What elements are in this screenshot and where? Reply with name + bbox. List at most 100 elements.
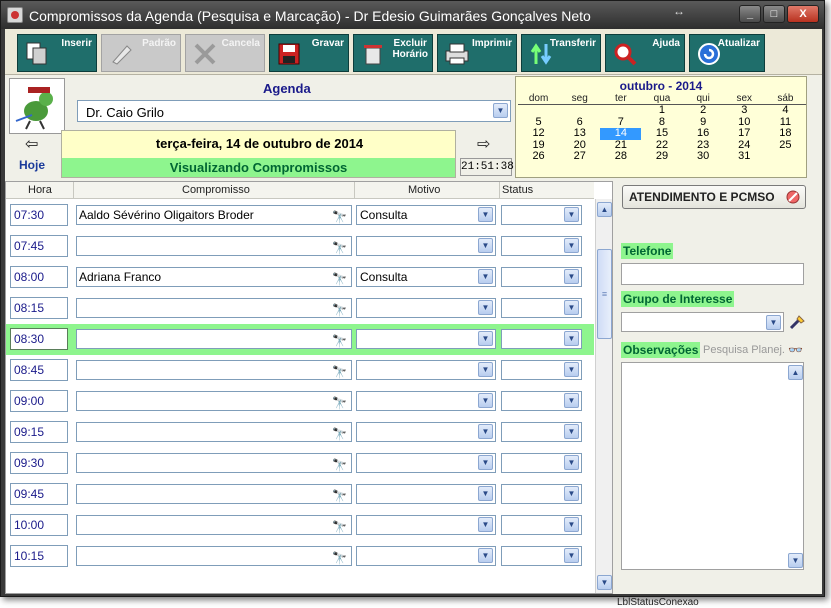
- time-cell[interactable]: 09:00: [10, 390, 68, 412]
- close-button[interactable]: X: [787, 5, 819, 23]
- time-cell[interactable]: 08:30: [10, 328, 68, 350]
- time-cell[interactable]: 07:45: [10, 235, 68, 257]
- chevron-down-icon[interactable]: ▼: [478, 269, 493, 284]
- compromisso-input[interactable]: 🔭: [76, 391, 352, 411]
- chevron-down-icon[interactable]: ▼: [564, 548, 579, 563]
- observacoes-textarea[interactable]: ▲ ▼: [621, 362, 804, 570]
- chevron-down-icon[interactable]: ▼: [478, 300, 493, 315]
- table-row[interactable]: 09:45 🔭 ▼ ▼: [6, 479, 594, 510]
- table-row[interactable]: 08:15 🔭 ▼ ▼: [6, 293, 594, 324]
- gravar-button[interactable]: Gravar: [269, 34, 349, 72]
- binoculars-icon[interactable]: 🔭: [332, 363, 347, 379]
- calendar-day[interactable]: 4: [765, 104, 806, 117]
- calendar-day[interactable]: 3: [724, 104, 765, 117]
- chevron-down-icon[interactable]: ▼: [564, 207, 579, 222]
- chevron-down-icon[interactable]: ▼: [766, 315, 781, 330]
- title-bar[interactable]: Compromissos da Agenda (Pesquisa e Marca…: [1, 1, 824, 29]
- status-select[interactable]: ▼: [501, 267, 582, 287]
- calendar-day[interactable]: 31: [724, 150, 765, 163]
- scroll-down-icon[interactable]: ▼: [597, 575, 612, 590]
- motivo-select[interactable]: ▼: [356, 236, 496, 256]
- calendar-day[interactable]: 16: [683, 127, 724, 140]
- compromisso-input[interactable]: 🔭: [76, 298, 352, 318]
- chevron-down-icon[interactable]: ▼: [478, 393, 493, 408]
- atendimento-pcmso-button[interactable]: ATENDIMENTO E PCMSO: [622, 185, 806, 209]
- month-calendar[interactable]: outubro - 2014 dom seg ter qua qui sex sáb 123…: [515, 76, 807, 178]
- binoculars-icon[interactable]: 🔭: [332, 270, 347, 286]
- scroll-down-icon[interactable]: ▼: [788, 553, 803, 568]
- cancela-button[interactable]: Cancela: [185, 34, 265, 72]
- chevron-down-icon[interactable]: ▼: [564, 393, 579, 408]
- scroll-thumb[interactable]: ≡: [597, 249, 612, 339]
- compromisso-input[interactable]: 🔭: [76, 515, 352, 535]
- doctor-select[interactable]: Dr. Caio Grilo ▼: [77, 100, 511, 122]
- chevron-down-icon[interactable]: ▼: [478, 207, 493, 222]
- binoculars-icon[interactable]: 🔭: [332, 301, 347, 317]
- time-cell[interactable]: 08:15: [10, 297, 68, 319]
- maximize-button[interactable]: □: [763, 5, 785, 23]
- minimize-button[interactable]: _: [739, 5, 761, 23]
- binoculars-icon[interactable]: 🔭: [332, 456, 347, 472]
- chevron-down-icon[interactable]: ▼: [478, 455, 493, 470]
- chevron-down-icon[interactable]: ▼: [564, 424, 579, 439]
- scroll-up-icon[interactable]: ▲: [597, 202, 612, 217]
- imprimir-button[interactable]: Imprimir: [437, 34, 517, 72]
- motivo-select[interactable]: ▼: [356, 546, 496, 566]
- binoculars-icon[interactable]: 🔭: [332, 487, 347, 503]
- motivo-select[interactable]: ▼: [356, 515, 496, 535]
- status-select[interactable]: ▼: [501, 236, 582, 256]
- chevron-down-icon[interactable]: ▼: [478, 238, 493, 253]
- table-row[interactable]: 09:15 🔭 ▼ ▼: [6, 417, 594, 448]
- calendar-day[interactable]: 2: [683, 104, 724, 117]
- calendar-day[interactable]: 26: [518, 150, 559, 163]
- compromisso-input[interactable]: Adriana Franco 🔭: [76, 267, 352, 287]
- compromisso-input[interactable]: Aaldo Sévérino Oligaitors Broder 🔭: [76, 205, 352, 225]
- binoculars-icon[interactable]: 🔭: [332, 332, 347, 348]
- transferir-button[interactable]: Transferir: [521, 34, 601, 72]
- table-row[interactable]: 08:00 Adriana Franco 🔭 Consulta ▼ ▼: [6, 262, 594, 293]
- calendar-day[interactable]: 17: [724, 127, 765, 140]
- status-select[interactable]: ▼: [501, 391, 582, 411]
- motivo-select[interactable]: ▼: [356, 484, 496, 504]
- compromisso-input[interactable]: 🔭: [76, 546, 352, 566]
- compromisso-input[interactable]: 🔭: [76, 422, 352, 442]
- motivo-select[interactable]: ▼: [356, 329, 496, 349]
- grupo-interesse-select[interactable]: ▼: [621, 312, 784, 332]
- excluir-horario-button[interactable]: Excluir Horário: [353, 34, 433, 72]
- time-cell[interactable]: 08:00: [10, 266, 68, 288]
- calendar-day[interactable]: 12: [518, 127, 559, 140]
- grid-scrollbar[interactable]: ▲ ≡ ▼: [595, 199, 612, 593]
- motivo-select[interactable]: ▼: [356, 453, 496, 473]
- chevron-down-icon[interactable]: ▼: [564, 269, 579, 284]
- motivo-select[interactable]: ▼: [356, 298, 496, 318]
- atualizar-button[interactable]: Atualizar: [689, 34, 765, 72]
- calendar-day[interactable]: 27: [559, 150, 600, 163]
- table-row[interactable]: 07:45 🔭 ▼ ▼: [6, 231, 594, 262]
- time-cell[interactable]: 07:30: [10, 204, 68, 226]
- calendar-day[interactable]: 18: [765, 127, 806, 140]
- chevron-down-icon[interactable]: ▼: [564, 517, 579, 532]
- telefone-input[interactable]: [621, 263, 804, 285]
- calendar-day[interactable]: 30: [683, 150, 724, 163]
- app-icon[interactable]: [7, 7, 23, 23]
- padrao-button[interactable]: Padrão: [101, 34, 181, 72]
- time-cell[interactable]: 09:45: [10, 483, 68, 505]
- table-row[interactable]: 10:00 🔭 ▼ ▼: [6, 510, 594, 541]
- status-select[interactable]: ▼: [501, 422, 582, 442]
- calendar-day[interactable]: 14: [600, 127, 642, 140]
- status-select[interactable]: ▼: [501, 546, 582, 566]
- today-button[interactable]: Hoje: [19, 158, 45, 172]
- chevron-down-icon[interactable]: ▼: [478, 486, 493, 501]
- chevron-down-icon[interactable]: ▼: [493, 103, 508, 118]
- time-cell[interactable]: 10:00: [10, 514, 68, 536]
- chevron-down-icon[interactable]: ▼: [564, 300, 579, 315]
- compromisso-input[interactable]: 🔭: [76, 484, 352, 504]
- chevron-down-icon[interactable]: ▼: [478, 331, 493, 346]
- prev-day-arrow-icon[interactable]: ⇦: [25, 134, 38, 154]
- status-select[interactable]: ▼: [501, 484, 582, 504]
- chevron-down-icon[interactable]: ▼: [564, 486, 579, 501]
- binoculars-icon[interactable]: 👓: [788, 343, 803, 357]
- motivo-select[interactable]: ▼: [356, 391, 496, 411]
- status-select[interactable]: ▼: [501, 453, 582, 473]
- chevron-down-icon[interactable]: ▼: [564, 362, 579, 377]
